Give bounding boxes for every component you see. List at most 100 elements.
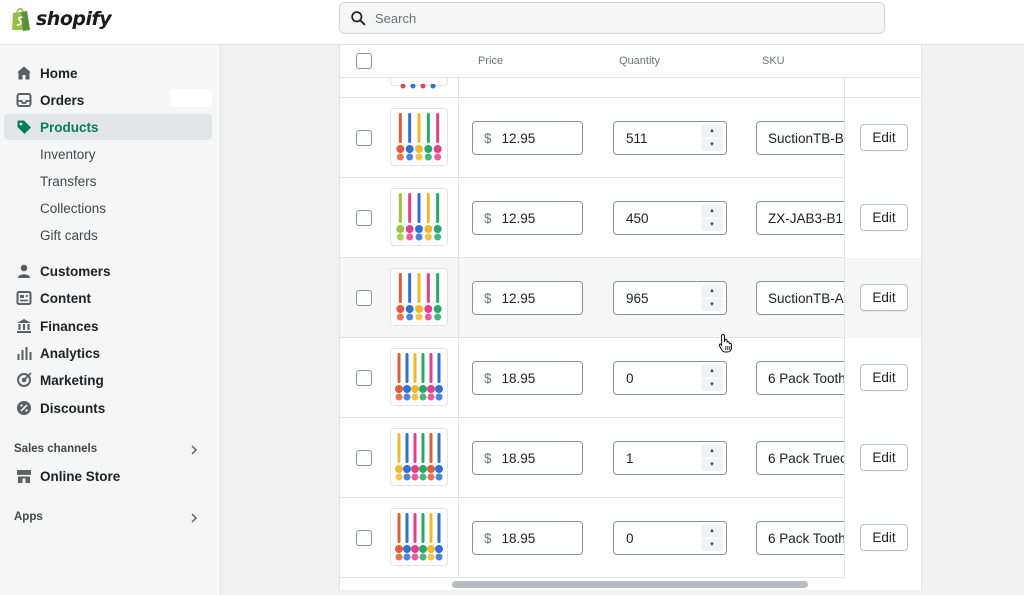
row-checkbox[interactable] xyxy=(356,290,372,306)
quantity-input[interactable]: 0 ▲ ▼ xyxy=(613,521,727,555)
sku-value: SuctionTB-A xyxy=(768,290,844,306)
quantity-stepper[interactable]: ▲ ▼ xyxy=(701,365,723,391)
bank-icon xyxy=(16,318,32,334)
product-thumbnail xyxy=(390,508,448,566)
stepper-up-icon[interactable]: ▲ xyxy=(701,285,723,298)
quantity-input[interactable]: 0 ▲ ▼ xyxy=(613,361,727,395)
stepper-down-icon[interactable]: ▼ xyxy=(701,138,723,151)
row-checkbox[interactable] xyxy=(356,450,372,466)
edit-button[interactable]: Edit xyxy=(860,524,908,551)
sidebar-item-label: Online Store xyxy=(40,468,121,484)
row-checkbox[interactable] xyxy=(356,130,372,146)
quantity-value: 1 xyxy=(626,450,634,466)
product-thumbnail xyxy=(390,108,448,166)
price-input[interactable]: $12.95 xyxy=(472,121,583,155)
row-checkbox[interactable] xyxy=(356,210,372,226)
sidebar-item-finances[interactable]: Finances xyxy=(4,313,212,339)
table-row-partial xyxy=(340,78,921,98)
stepper-up-icon[interactable]: ▲ xyxy=(701,205,723,218)
sidebar-item-label: Finances xyxy=(40,318,99,334)
quantity-stepper[interactable]: ▲ ▼ xyxy=(701,525,723,551)
chevron-right-icon[interactable] xyxy=(189,513,199,523)
sidebar: Home Orders Products Inventory Transfers… xyxy=(0,45,221,595)
sidebar-item-online-store[interactable]: Online Store xyxy=(4,463,212,489)
sidebar-subitem-inventory[interactable]: Inventory xyxy=(40,145,96,165)
orders-badge xyxy=(170,89,212,107)
currency-symbol: $ xyxy=(484,130,492,146)
edit-button[interactable]: Edit xyxy=(860,364,908,391)
discount-icon xyxy=(16,400,32,416)
stepper-up-icon[interactable]: ▲ xyxy=(701,445,723,458)
table-row: $12.95 450 ▲ ▼ ZX-JAB3-B1 Edit xyxy=(340,178,921,258)
edit-button[interactable]: Edit xyxy=(860,204,908,231)
stepper-down-icon[interactable]: ▼ xyxy=(701,458,723,471)
product-thumbnail xyxy=(390,268,448,326)
price-input[interactable]: $12.95 xyxy=(472,201,583,235)
edit-button[interactable]: Edit xyxy=(860,124,908,151)
stepper-up-icon[interactable]: ▲ xyxy=(701,125,723,138)
shopify-bag-icon xyxy=(12,7,30,31)
quantity-stepper[interactable]: ▲ ▼ xyxy=(701,205,723,231)
quantity-input[interactable]: 511 ▲ ▼ xyxy=(613,121,727,155)
quantity-input[interactable]: 1 ▲ ▼ xyxy=(613,441,727,475)
table-row: $18.95 1 ▲ ▼ 6 Pack Truec Edit xyxy=(340,418,921,498)
quantity-value: 511 xyxy=(626,130,648,146)
price-value: 18.95 xyxy=(501,370,536,386)
bar-chart-icon xyxy=(16,345,32,361)
sidebar-subitem-gift-cards[interactable]: Gift cards xyxy=(40,226,98,246)
price-input[interactable]: $18.95 xyxy=(472,361,583,395)
sidebar-item-home[interactable]: Home xyxy=(4,60,212,86)
product-thumbnail xyxy=(390,348,448,406)
select-all-checkbox[interactable] xyxy=(356,53,372,69)
person-icon xyxy=(16,263,32,279)
quantity-value: 450 xyxy=(626,210,649,226)
sidebar-item-label: Analytics xyxy=(40,345,101,361)
currency-symbol: $ xyxy=(484,370,492,386)
tag-icon xyxy=(16,119,32,135)
inbox-icon xyxy=(16,92,32,108)
price-input[interactable]: $18.95 xyxy=(472,521,583,555)
search-input[interactable] xyxy=(375,10,855,26)
sku-value: 6 Pack Tooth xyxy=(768,370,846,386)
row-checkbox[interactable] xyxy=(356,530,372,546)
content-icon xyxy=(16,290,32,306)
hand-pointer-cursor xyxy=(718,333,733,353)
edit-button[interactable]: Edit xyxy=(860,444,908,471)
price-input[interactable]: $18.95 xyxy=(472,441,583,475)
stepper-down-icon[interactable]: ▼ xyxy=(701,378,723,391)
quantity-input[interactable]: 450 ▲ ▼ xyxy=(613,201,727,235)
currency-symbol: $ xyxy=(484,210,492,226)
table-row: $18.95 0 ▲ ▼ 6 Pack Tooth Edit xyxy=(340,498,921,578)
sidebar-item-marketing[interactable]: Marketing xyxy=(4,367,212,393)
quantity-value: 0 xyxy=(626,370,634,386)
store-icon xyxy=(16,468,32,484)
stepper-down-icon[interactable]: ▼ xyxy=(701,538,723,551)
sidebar-subitem-transfers[interactable]: Transfers xyxy=(40,172,97,192)
horizontal-scrollbar[interactable] xyxy=(452,581,808,588)
quantity-value: 0 xyxy=(626,530,634,546)
sidebar-item-content[interactable]: Content xyxy=(4,285,212,311)
quantity-input[interactable]: 965 ▲ ▼ xyxy=(613,281,727,315)
sku-value: 6 Pack Truec xyxy=(768,450,847,466)
search-icon xyxy=(351,10,366,25)
price-input[interactable]: $12.95 xyxy=(472,281,583,315)
edit-button[interactable]: Edit xyxy=(860,284,908,311)
sidebar-item-customers[interactable]: Customers xyxy=(4,258,212,284)
stepper-up-icon[interactable]: ▲ xyxy=(701,365,723,378)
row-checkbox[interactable] xyxy=(356,370,372,386)
sidebar-subitem-collections[interactable]: Collections xyxy=(40,199,106,219)
stepper-up-icon[interactable]: ▲ xyxy=(701,525,723,538)
chevron-right-icon[interactable] xyxy=(189,445,199,455)
sidebar-item-products[interactable]: Products xyxy=(4,114,212,140)
quantity-stepper[interactable]: ▲ ▼ xyxy=(701,125,723,151)
shopify-logo[interactable]: shopify xyxy=(10,6,112,32)
search-bar[interactable] xyxy=(339,2,885,34)
sidebar-item-discounts[interactable]: Discounts xyxy=(4,395,212,421)
sku-value: ZX-JAB3-B1 xyxy=(768,210,844,226)
product-thumbnail xyxy=(390,188,448,246)
quantity-stepper[interactable]: ▲ ▼ xyxy=(701,285,723,311)
stepper-down-icon[interactable]: ▼ xyxy=(701,218,723,231)
sidebar-item-analytics[interactable]: Analytics xyxy=(4,340,212,366)
quantity-stepper[interactable]: ▲ ▼ xyxy=(701,445,723,471)
stepper-down-icon[interactable]: ▼ xyxy=(701,298,723,311)
